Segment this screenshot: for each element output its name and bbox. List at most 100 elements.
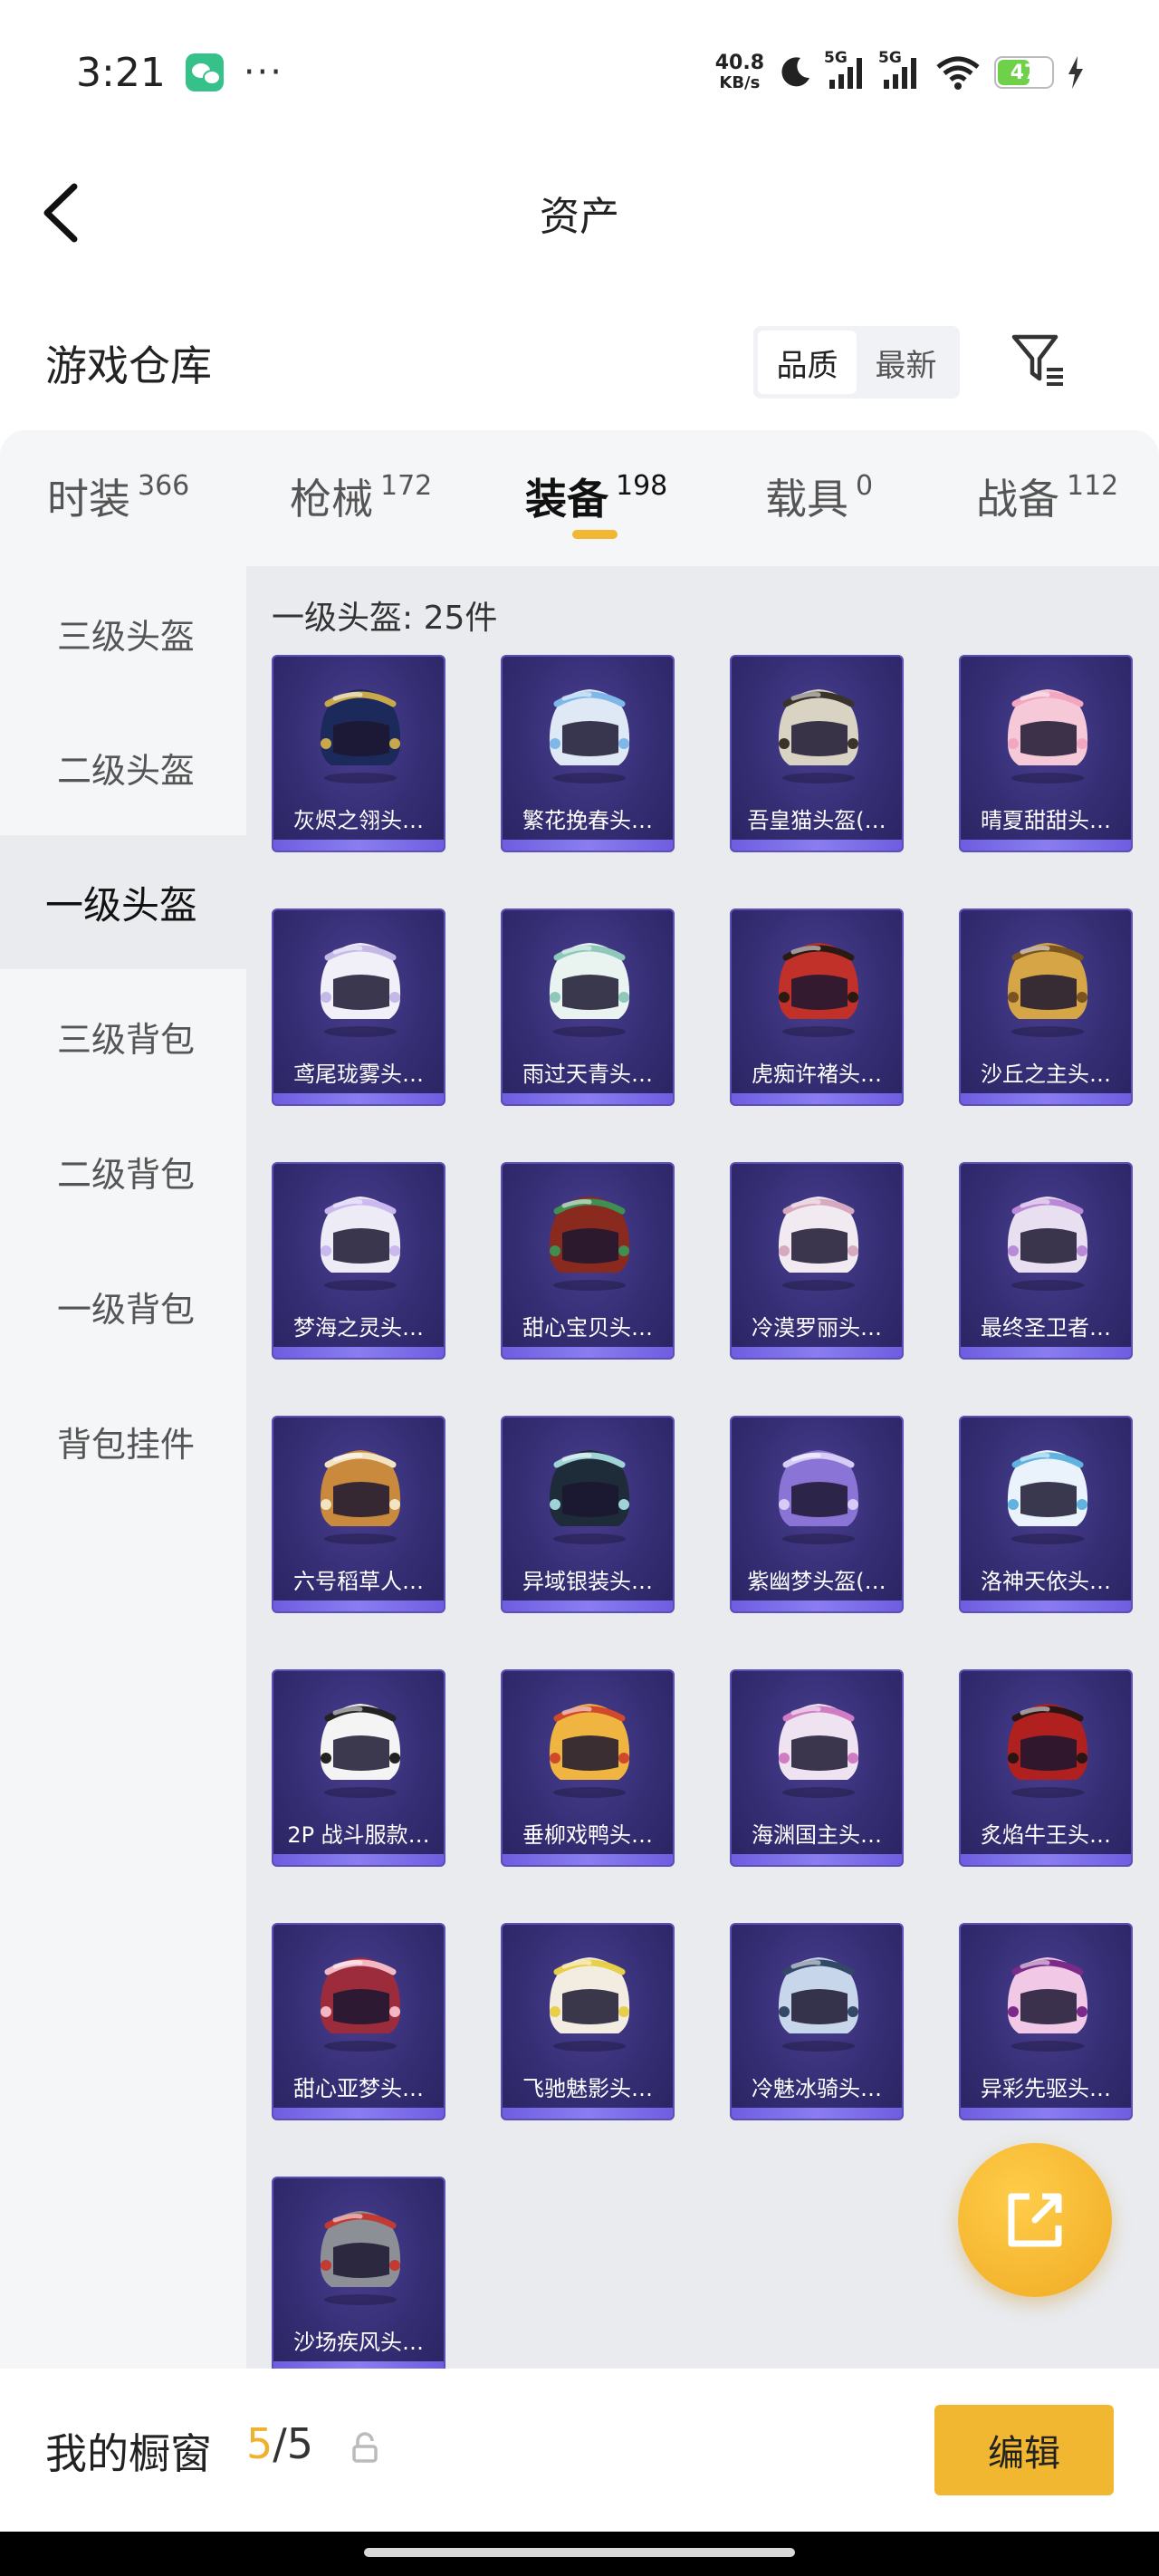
helmet-item-name: 繁花挽春头… xyxy=(522,808,653,833)
tab-label: 枪械 xyxy=(290,475,373,524)
helmet-item-card[interactable]: 海渊国主头… xyxy=(730,1669,904,1867)
helmet-item-card[interactable]: 飞驰魅影头… xyxy=(501,1923,675,2120)
helmet-item-name: 炙焰牛王头… xyxy=(981,1822,1111,1848)
rarity-bar xyxy=(732,1347,902,1358)
helmet-item-card[interactable]: 垂柳戏鸭头… xyxy=(501,1669,675,1867)
tab-equipment[interactable]: 装备 198 xyxy=(525,466,668,539)
rarity-bar xyxy=(732,2108,902,2119)
helmet-item-name: 垂柳戏鸭头… xyxy=(522,1822,653,1848)
gesture-bar[interactable] xyxy=(364,2548,795,2557)
rarity-bar xyxy=(961,1854,1131,1865)
signal-tag-2: 5G xyxy=(878,49,902,67)
helmet-icon xyxy=(320,943,401,1037)
helmet-item-card[interactable]: 晴夏甜甜头… xyxy=(959,655,1133,852)
helmet-item-card[interactable]: 洛神天依头… xyxy=(959,1416,1133,1613)
helmet-item-card[interactable]: 沙场疾风头… xyxy=(272,2177,445,2374)
helmet-item-card[interactable]: 冷魅冰骑头… xyxy=(730,1923,904,2120)
tab-label: 装备 xyxy=(525,475,608,524)
rarity-bar xyxy=(961,1347,1131,1358)
helmet-item-card[interactable]: 繁花挽春头… xyxy=(501,655,675,852)
back-arrow-icon[interactable] xyxy=(36,181,91,245)
sort-newest-button[interactable]: 最新 xyxy=(857,331,955,394)
helmet-item-card[interactable]: 2P 战斗服款… xyxy=(272,1669,445,1867)
category-tabs: 时装 366 枪械 172 装备 198 载具 0 战备 112 xyxy=(0,430,1159,566)
network-speed-unit: KB/s xyxy=(719,73,761,92)
sidebar-item-level2-helmet[interactable]: 二级头盔 xyxy=(0,700,246,834)
helmet-item-card[interactable]: 沙丘之主头… xyxy=(959,908,1133,1106)
tab-count: 198 xyxy=(616,470,668,502)
helmet-item-name: 沙场疾风头… xyxy=(293,2330,424,2355)
rarity-bar xyxy=(273,1347,444,1358)
filter-icon[interactable] xyxy=(1007,328,1070,391)
sidebar-item-level2-backpack[interactable]: 二级背包 xyxy=(0,1104,246,1238)
helmet-item-name: 吾皇猫头盔(… xyxy=(747,808,886,833)
rarity-bar xyxy=(273,2108,444,2119)
helmet-item-name: 晴夏甜甜头… xyxy=(981,808,1111,833)
helmet-item-card[interactable]: 冷漠罗丽头… xyxy=(730,1162,904,1360)
tab-fashion[interactable]: 时装 366 xyxy=(47,466,189,526)
signal-icon: 5G xyxy=(824,49,867,91)
helmet-item-name: 洛神天依头… xyxy=(981,1569,1111,1594)
network-speed: 40.8 KB/s xyxy=(715,53,764,91)
helmet-item-card[interactable]: 甜心亚梦头… xyxy=(272,1923,445,2120)
tab-vehicles[interactable]: 载具 0 xyxy=(765,466,873,526)
lock-icon xyxy=(351,2432,378,2465)
helmet-item-name: 最终圣卫者… xyxy=(981,1315,1111,1341)
sidebar-item-level1-helmet[interactable]: 一级头盔 xyxy=(0,835,246,969)
helmet-item-card[interactable]: 甜心宝贝头… xyxy=(501,1162,675,1360)
rarity-bar xyxy=(503,2108,673,2119)
item-grid-area: 一级头盔: 25件 灰烬之翎头… 繁花挽春头… 吾皇猫头盔(… 晴夏甜甜头… 鸢尾珑雾头… xyxy=(246,566,1159,2374)
helmet-item-card[interactable]: 鸢尾珑雾头… xyxy=(272,908,445,1106)
helmet-item-card[interactable]: 灰烬之翎头… xyxy=(272,655,445,852)
tab-label: 战备 xyxy=(976,475,1059,524)
tab-weapons[interactable]: 枪械 172 xyxy=(290,466,432,526)
helmet-icon xyxy=(1007,1450,1088,1544)
helmet-item-card[interactable]: 紫幽梦头盔(… xyxy=(730,1416,904,1613)
helmet-icon xyxy=(320,1450,401,1544)
helmet-item-name: 飞驰魅影头… xyxy=(522,2076,653,2101)
helmet-item-card[interactable]: 六号稻草人… xyxy=(272,1416,445,1613)
helmet-item-card[interactable]: 梦海之灵头… xyxy=(272,1162,445,1360)
helmet-item-card[interactable]: 最终圣卫者… xyxy=(959,1162,1133,1360)
helmet-icon xyxy=(320,1957,401,2052)
sidebar-item-level3-backpack[interactable]: 三级背包 xyxy=(0,969,246,1103)
wechat-icon xyxy=(185,53,224,91)
grid-title: 一级头盔: 25件 xyxy=(272,600,498,637)
helmet-item-name: 雨过天青头… xyxy=(522,1062,653,1087)
rarity-bar xyxy=(503,1093,673,1104)
tab-supplies[interactable]: 战备 112 xyxy=(976,466,1118,526)
showcase-total: 5 xyxy=(286,2419,314,2468)
rarity-bar xyxy=(732,1600,902,1611)
helmet-item-name: 异域银装头… xyxy=(522,1569,653,1594)
showcase-separator: / xyxy=(273,2419,287,2468)
helmet-item-card[interactable]: 雨过天青头… xyxy=(501,908,675,1106)
sidebar-item-backpack-charm[interactable]: 背包挂件 xyxy=(0,1374,246,1508)
helmet-item-card[interactable]: 吾皇猫头盔(… xyxy=(730,655,904,852)
sidebar-item-level3-helmet[interactable]: 三级头盔 xyxy=(0,566,246,700)
helmet-icon xyxy=(778,1957,859,2052)
showcase-current: 5 xyxy=(246,2419,273,2468)
helmet-icon xyxy=(1007,1197,1088,1291)
rarity-bar xyxy=(503,840,673,851)
rarity-bar xyxy=(503,1854,673,1865)
edit-button[interactable]: 编辑 xyxy=(934,2405,1114,2495)
sort-quality-button[interactable]: 品质 xyxy=(758,331,857,394)
helmet-item-card[interactable]: 炙焰牛王头… xyxy=(959,1669,1133,1867)
network-speed-value: 40.8 xyxy=(714,52,764,74)
helmet-item-card[interactable]: 虎痴许褚头… xyxy=(730,908,904,1106)
helmet-icon xyxy=(549,1197,630,1291)
helmet-icon xyxy=(549,943,630,1037)
tab-count: 112 xyxy=(1067,470,1119,502)
helmet-icon xyxy=(549,1450,630,1544)
rarity-bar xyxy=(503,1347,673,1358)
share-fab-button[interactable] xyxy=(958,2143,1112,2297)
helmet-icon xyxy=(320,1704,401,1798)
helmet-icon xyxy=(549,1957,630,2052)
helmet-item-card[interactable]: 异域银装头… xyxy=(501,1416,675,1613)
moon-icon xyxy=(777,54,813,91)
helmet-icon xyxy=(1007,1957,1088,2052)
sort-toggle: 品质 最新 xyxy=(753,326,960,399)
sidebar-item-level1-backpack[interactable]: 一级背包 xyxy=(0,1239,246,1373)
helmet-item-card[interactable]: 异彩先驱头… xyxy=(959,1923,1133,2120)
header: 资产 xyxy=(0,145,1159,281)
